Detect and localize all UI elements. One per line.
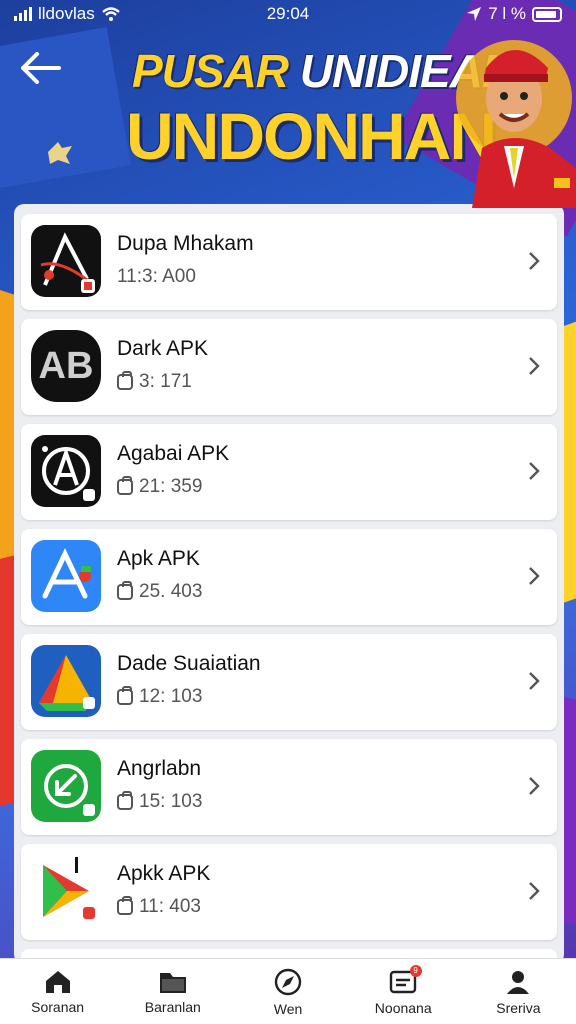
mascot-illustration <box>456 40 576 208</box>
app-list: Dupa Mhakam 11:3: A00 AB Dark APK 3: 171 <box>14 204 564 964</box>
app-meta-text: 11: 403 <box>139 896 201 917</box>
home-icon <box>45 970 70 993</box>
ab-icon: AB <box>31 330 101 402</box>
nav-item-folder[interactable]: Baranlan <box>115 959 230 1024</box>
package-icon <box>117 896 133 915</box>
app-meta: 11:3: A00 <box>117 266 196 288</box>
notification-badge: 9 <box>409 965 422 977</box>
chevron-right-icon <box>529 462 540 480</box>
app-meta-text: 21: 359 <box>139 476 203 497</box>
package-icon <box>117 371 133 390</box>
sparkle-icon <box>48 142 72 164</box>
back-button[interactable] <box>14 46 66 90</box>
stylus-a-icon <box>31 225 101 297</box>
folder-icon <box>159 972 186 993</box>
nav-label: Noonana <box>374 999 432 1016</box>
nav-item-profile[interactable]: Sreriva <box>461 959 576 1024</box>
app-name: Dark APK <box>117 337 209 360</box>
app-name: Dade Suaiatian <box>117 652 261 675</box>
nav-label: Soranan <box>31 998 85 1015</box>
banner-title-line2: UNDONHAN <box>126 99 497 173</box>
list-item[interactable]: Angrlabn 15: 103 <box>21 739 557 835</box>
package-icon <box>117 476 133 495</box>
app-name: Apk APK <box>117 547 200 570</box>
app-meta-text: 3: 171 <box>139 371 192 392</box>
chevron-right-icon <box>529 882 540 900</box>
chevron-right-icon <box>529 252 540 270</box>
header-banner: PUSAR UNIDIEAN UNDONHAN <box>0 28 576 208</box>
package-icon <box>117 581 133 600</box>
green-arrow-icon <box>31 750 101 822</box>
nav-item-notifications[interactable]: 9 Noonana <box>346 959 461 1024</box>
triangle-drive-icon <box>31 645 101 717</box>
app-meta: 11: 403 <box>117 896 201 918</box>
app-meta-text: 15: 103 <box>139 791 203 812</box>
arrow-left-icon <box>21 52 61 84</box>
list-item[interactable]: Dupa Mhakam 11:3: A00 <box>21 214 557 310</box>
list-item[interactable]: AB Dark APK 3: 171 <box>21 319 557 415</box>
package-icon <box>117 791 133 810</box>
bottom-nav: Soranan Baranlan Wen 9 Noonana Sreriva <box>0 958 576 1024</box>
list-item[interactable]: Agabai APK 21: 359 <box>21 424 557 520</box>
signal-icon <box>14 7 32 21</box>
chevron-right-icon <box>529 567 540 585</box>
list-item[interactable]: Apk APK 25. 403 <box>21 529 557 625</box>
circle-a-icon <box>31 435 101 507</box>
package-icon <box>117 686 133 705</box>
nav-item-compass[interactable]: Wen <box>230 959 345 1024</box>
app-meta: 12: 103 <box>117 686 202 708</box>
app-name: Agabai APK <box>117 442 230 465</box>
chevron-right-icon <box>529 357 540 375</box>
wifi-icon <box>101 7 120 21</box>
list-item[interactable]: Apkk APK 11: 403 <box>21 844 557 940</box>
battery-percent: 7 l % <box>488 4 526 23</box>
app-meta-text: 11:3: A00 <box>117 266 196 287</box>
carrier-label: lldovlas <box>38 4 95 23</box>
play-icon <box>31 855 101 927</box>
nav-label: Wen <box>273 1000 303 1017</box>
list-item[interactable]: Dade Suaiatian 12: 103 <box>21 634 557 730</box>
battery-icon <box>532 6 562 22</box>
compass-icon <box>274 968 302 995</box>
blue-a-icon <box>31 540 101 612</box>
app-meta-text: 12: 103 <box>139 686 203 707</box>
nav-item-home[interactable]: Soranan <box>0 959 115 1024</box>
status-bar: lldovlas 29:04 7 l % <box>0 0 576 28</box>
profile-icon <box>507 970 530 994</box>
app-name: Angrlabn <box>117 757 202 780</box>
chevron-right-icon <box>529 672 540 690</box>
svg-text:AB: AB <box>39 345 94 387</box>
nav-label: Sreriva <box>496 999 541 1016</box>
app-meta: 15: 103 <box>117 791 202 813</box>
chevron-right-icon <box>529 777 540 795</box>
nav-label: Baranlan <box>144 998 201 1015</box>
app-meta: 21: 359 <box>117 476 202 498</box>
location-icon <box>467 7 482 21</box>
app-name: Dupa Mhakam <box>117 232 254 255</box>
banner-title-word1: PUSAR <box>132 45 289 97</box>
app-meta: 25. 403 <box>117 581 202 603</box>
app-name: Apkk APK <box>117 862 211 885</box>
app-meta-text: 25. 403 <box>139 581 203 602</box>
app-meta: 3: 171 <box>117 371 192 393</box>
